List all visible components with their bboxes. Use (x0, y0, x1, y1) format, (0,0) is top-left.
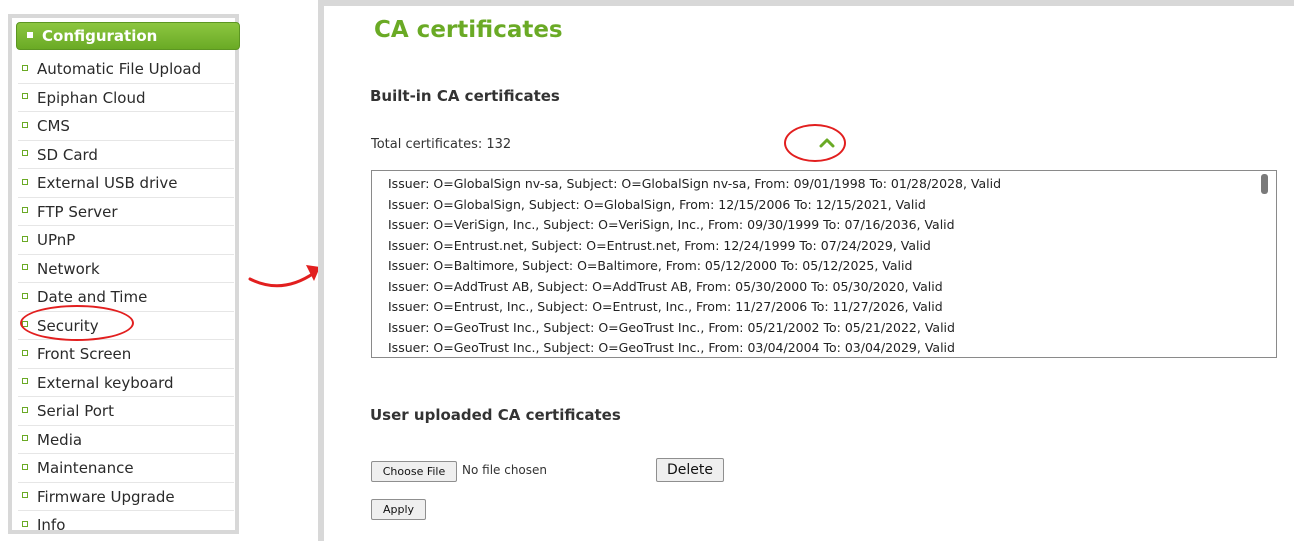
sidebar-header-label: Configuration (42, 27, 158, 45)
square-bullet-icon (22, 292, 28, 299)
list-scrollbar[interactable] (1261, 174, 1268, 194)
sidebar-panel: Configuration Automatic File Upload Epip… (8, 14, 240, 534)
square-bullet-icon (22, 150, 28, 156)
square-bullet-icon (22, 463, 28, 470)
sidebar-item-label: Maintenance (37, 459, 134, 477)
total-certificates-label: Total certificates: 132 (371, 137, 512, 152)
sidebar-item-label: CMS (37, 117, 70, 135)
square-bullet-icon (22, 207, 28, 213)
sidebar-item-epiphan-cloud[interactable]: Epiphan Cloud (18, 84, 234, 112)
sidebar-item-cms[interactable]: CMS (18, 112, 234, 141)
square-bullet-icon (27, 31, 33, 38)
square-bullet-icon (22, 435, 28, 441)
sidebar-item-ftp-server[interactable]: FTP Server (18, 198, 234, 226)
sidebar-item-label: Front Screen (37, 345, 132, 363)
sidebar-item-label: SD Card (37, 145, 98, 164)
builtin-certificates-list[interactable]: Issuer: O=GlobalSign nv-sa, Subject: O=G… (371, 170, 1277, 358)
list-item[interactable]: Issuer: O=GeoTrust Inc., Subject: O=GeoT… (372, 338, 1276, 357)
square-bullet-icon (22, 64, 28, 71)
list-item[interactable]: Issuer: O=VeriSign, Inc., Subject: O=Ver… (372, 215, 1276, 236)
square-bullet-icon (22, 378, 28, 384)
sidebar-item-label: FTP Server (37, 202, 118, 221)
sidebar-item-label: UPnP (37, 231, 76, 249)
page-title: CA certificates (374, 17, 563, 43)
square-bullet-icon (22, 93, 28, 99)
square-bullet-icon (22, 406, 28, 413)
sidebar-item-automatic-file-upload[interactable]: Automatic File Upload (18, 55, 234, 84)
sidebar-item-upnp[interactable]: UPnP (18, 226, 234, 255)
list-item[interactable]: Issuer: O=Entrust.net, Subject: O=Entrus… (372, 236, 1276, 257)
sidebar-item-label: Info (37, 516, 66, 534)
list-item[interactable]: Issuer: O=AddTrust AB, Subject: O=AddTru… (372, 277, 1276, 298)
sidebar-item-label: Firmware Upgrade (37, 487, 175, 506)
square-bullet-icon (22, 264, 28, 270)
list-item[interactable]: Issuer: O=Baltimore, Subject: O=Baltimor… (372, 256, 1276, 277)
list-item[interactable]: Issuer: O=GlobalSign, Subject: O=GlobalS… (372, 195, 1276, 216)
delete-button[interactable]: Delete (656, 458, 724, 482)
sidebar-item-label: Automatic File Upload (37, 60, 202, 78)
list-item[interactable]: Issuer: O=GlobalSign nv-sa, Subject: O=G… (372, 174, 1276, 195)
apply-button[interactable]: Apply (371, 499, 426, 520)
sidebar-item-info[interactable]: Info (18, 511, 234, 540)
list-item[interactable]: Issuer: O=Entrust, Inc., Subject: O=Entr… (372, 297, 1276, 318)
square-bullet-icon (22, 492, 28, 498)
sidebar-item-media[interactable]: Media (18, 426, 234, 454)
sidebar-item-sd-card[interactable]: SD Card (18, 141, 234, 169)
sidebar-item-maintenance[interactable]: Maintenance (18, 454, 234, 483)
security-highlight-circle (20, 305, 134, 341)
square-bullet-icon (22, 178, 28, 185)
square-bullet-icon (22, 121, 28, 128)
sidebar-item-serial-port[interactable]: Serial Port (18, 397, 234, 426)
sidebar-item-label: Serial Port (37, 402, 114, 420)
sidebar-item-label: Epiphan Cloud (37, 88, 146, 107)
sidebar-item-firmware-upgrade[interactable]: Firmware Upgrade (18, 483, 234, 511)
sidebar-item-front-screen[interactable]: Front Screen (18, 340, 234, 369)
sidebar-nav: Automatic File Upload Epiphan Cloud CMS … (18, 55, 234, 540)
sidebar-item-label: External keyboard (37, 373, 174, 392)
sidebar-item-label: Media (37, 430, 83, 449)
choose-file-button[interactable]: Choose File (371, 461, 457, 482)
builtin-ca-title: Built-in CA certificates (370, 87, 560, 105)
square-bullet-icon (22, 235, 28, 242)
square-bullet-icon (22, 520, 28, 527)
sidebar-header-configuration[interactable]: Configuration (16, 22, 240, 50)
sidebar-item-label: External USB drive (37, 174, 178, 192)
sidebar-item-label: Date and Time (37, 288, 148, 306)
collapse-highlight-circle (784, 124, 846, 162)
no-file-chosen-text: No file chosen (462, 463, 548, 477)
sidebar-item-external-keyboard[interactable]: External keyboard (18, 369, 234, 397)
user-ca-title: User uploaded CA certificates (370, 406, 621, 424)
sidebar-item-external-usb-drive[interactable]: External USB drive (18, 169, 234, 198)
sidebar-item-label: Network (37, 259, 100, 278)
list-item[interactable]: Issuer: O=GeoTrust Inc., Subject: O=GeoT… (372, 318, 1276, 339)
square-bullet-icon (22, 349, 28, 356)
sidebar-item-network[interactable]: Network (18, 255, 234, 283)
